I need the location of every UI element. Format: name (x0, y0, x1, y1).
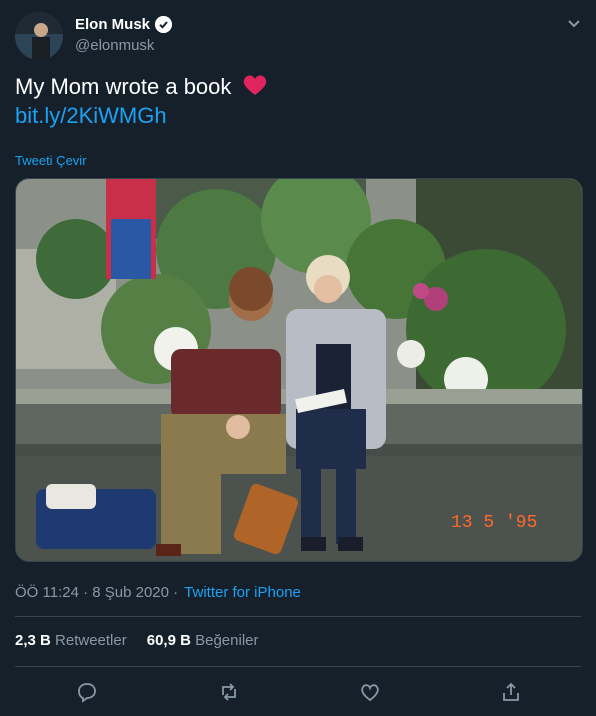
tweet-link[interactable]: bit.ly/2KiWMGh (15, 103, 167, 129)
author-name[interactable]: Elon Musk (75, 16, 150, 33)
retweets-stat[interactable]: 2,3 B Retweetler (15, 632, 127, 649)
retweets-count: 2,3 B (15, 632, 51, 649)
likes-label: Beğeniler (195, 632, 259, 649)
author-handle[interactable]: @elonmusk (75, 37, 154, 54)
verified-badge-icon (155, 16, 173, 33)
tweet-timestamp[interactable]: ÖÖ 11:24 · 8 Şub 2020 · (15, 584, 178, 601)
divider (15, 616, 581, 617)
likes-count: 60,9 B (146, 632, 191, 649)
tweet-source[interactable]: Twitter for iPhone (184, 584, 301, 601)
share-icon[interactable] (500, 681, 522, 703)
tweet-text: My Mom wrote a book (15, 73, 268, 101)
divider (15, 666, 581, 667)
retweets-label: Retweetler (55, 632, 127, 649)
action-bar (0, 681, 596, 705)
tweet-stats: 2,3 B Retweetler 60,9 B Beğeniler (15, 632, 259, 649)
tweet-photo[interactable]: 13 5 '95 (15, 178, 583, 562)
photo-date-stamp: 13 5 '95 (451, 513, 537, 533)
heart-emoji-icon (243, 75, 266, 95)
author-name-row[interactable]: Elon Musk (75, 16, 173, 33)
tweet-body: My Mom wrote a book (15, 74, 232, 99)
likes-stat[interactable]: 60,9 B Beğeniler (147, 632, 259, 649)
tweet-meta: ÖÖ 11:24 · 8 Şub 2020 · Twitter for iPho… (15, 584, 301, 601)
like-heart-icon[interactable] (359, 681, 381, 703)
reply-icon[interactable] (76, 681, 98, 703)
retweet-icon[interactable] (218, 681, 240, 703)
translate-tweet-link[interactable]: Tweeti Çevir (15, 153, 87, 168)
avatar[interactable] (15, 12, 63, 60)
chevron-down-icon[interactable] (566, 16, 582, 32)
avatar-image (15, 12, 63, 60)
photo-image: 13 5 '95 (16, 179, 582, 561)
